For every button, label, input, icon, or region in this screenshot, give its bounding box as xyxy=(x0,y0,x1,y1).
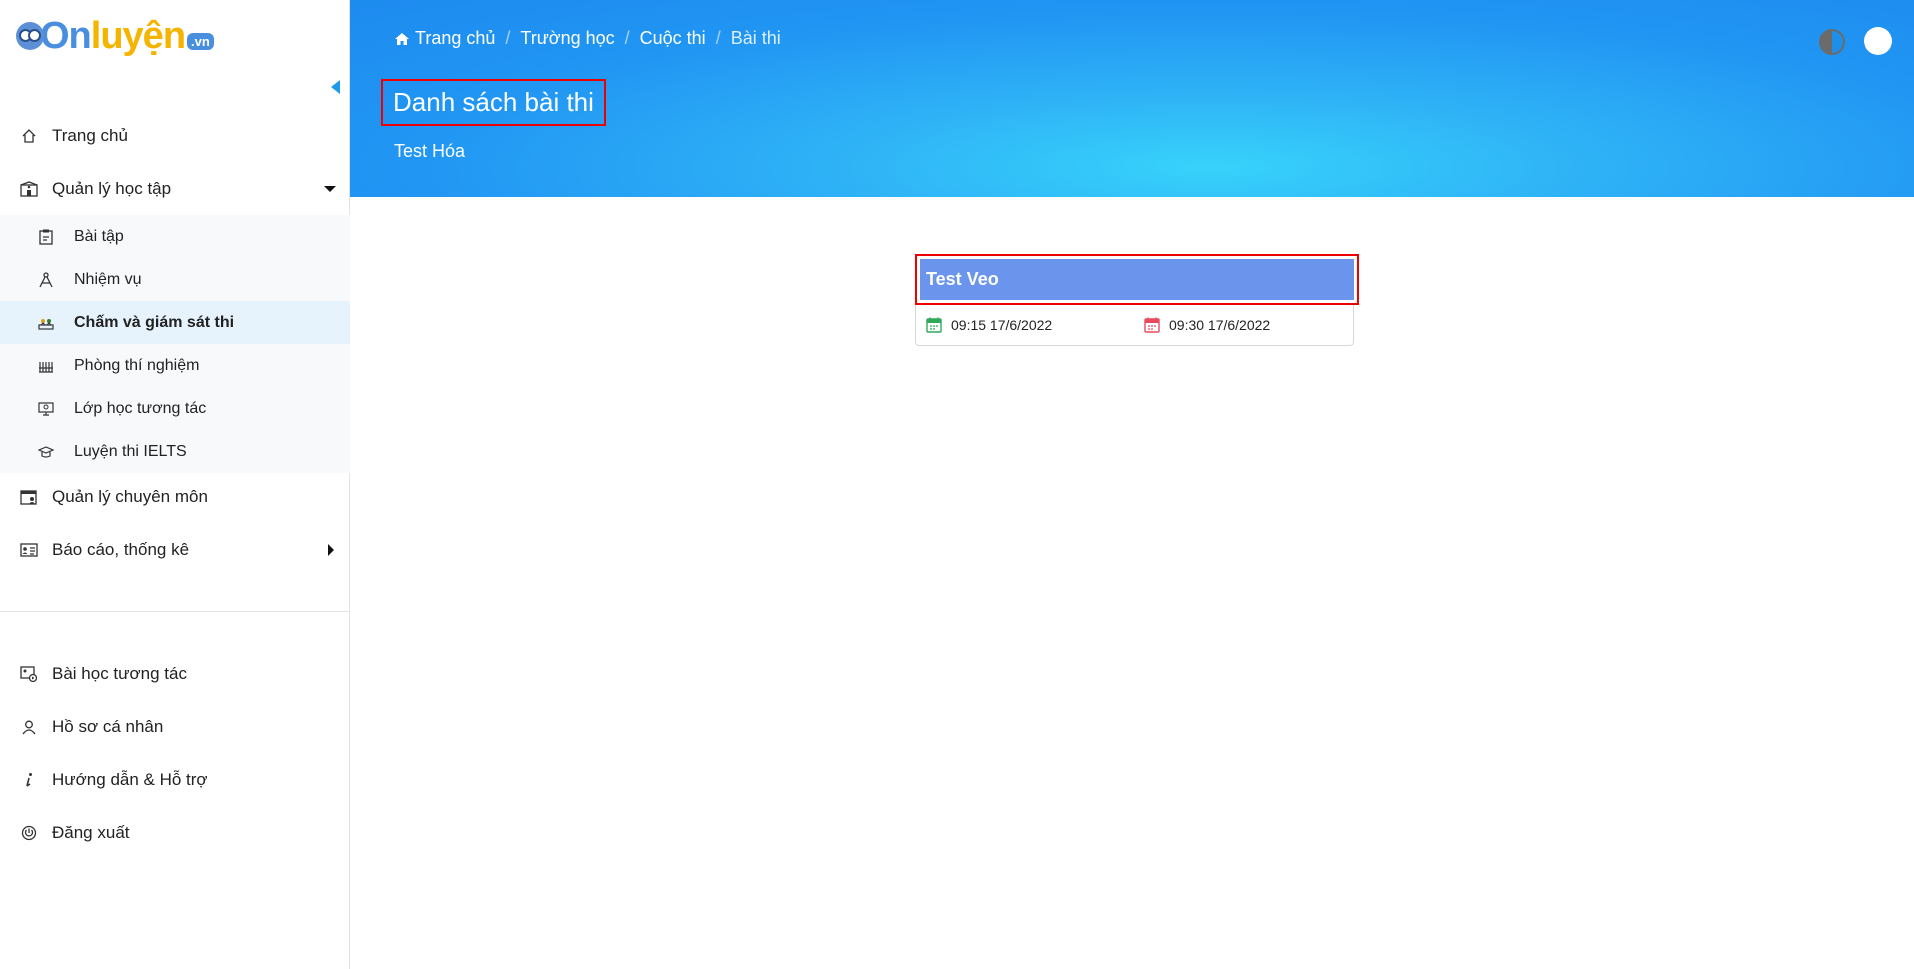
nav-item-label: Hồ sơ cá nhân xyxy=(52,716,164,736)
nav-item-interactive-lessons[interactable]: Bài học tương tác xyxy=(0,647,350,700)
sub-item-interactive-class[interactable]: Lớp học tương tác xyxy=(0,387,350,430)
exam-supervision-icon xyxy=(38,315,54,331)
sub-item-laboratory[interactable]: Phòng thí nghiệm xyxy=(0,344,350,387)
exam-start-time: 09:15 17/6/2022 xyxy=(926,317,1052,333)
calendar-end-icon xyxy=(1144,317,1160,333)
monitor-icon xyxy=(38,401,54,417)
sidebar: On luyện .vn Trang chủ Quản lý học tập B… xyxy=(0,0,350,969)
sub-item-label: Phòng thí nghiệm xyxy=(74,356,200,374)
theme-toggle-icon[interactable] xyxy=(1819,29,1845,55)
exam-end-time: 09:30 17/6/2022 xyxy=(1144,317,1270,333)
exam-name: Test Veo xyxy=(920,259,1354,300)
interactive-lesson-icon xyxy=(20,665,38,683)
power-icon xyxy=(20,824,38,842)
lab-icon xyxy=(38,358,54,374)
nav-item-help[interactable]: Hướng dẫn & Hỗ trợ xyxy=(0,753,350,806)
user-icon xyxy=(20,718,38,736)
home-icon xyxy=(394,32,410,46)
sub-item-label: Bài tập xyxy=(74,227,124,245)
sub-item-label: Lớp học tương tác xyxy=(74,399,207,417)
sub-item-label: Nhiệm vụ xyxy=(74,270,142,288)
nav-item-reports[interactable]: Báo cáo, thống kê xyxy=(0,523,350,576)
page-title: Danh sách bài thi xyxy=(381,79,606,126)
breadcrumb-current: Bài thi xyxy=(730,28,781,48)
secondary-nav: Quản lý chuyên môn Báo cáo, thống kê xyxy=(0,470,350,576)
breadcrumb-contest[interactable]: Cuộc thi xyxy=(640,28,706,49)
breadcrumb-home[interactable]: Trang chủ xyxy=(394,28,495,49)
nav-item-logout[interactable]: Đăng xuất xyxy=(0,806,350,859)
nav-item-label: Bài học tương tác xyxy=(52,663,187,683)
nav-item-profile[interactable]: Hồ sơ cá nhân xyxy=(0,700,350,753)
sidebar-divider xyxy=(0,611,350,612)
breadcrumb: Trang chủ / Trường học / Cuộc thi / Bài … xyxy=(394,28,781,49)
home-icon xyxy=(20,127,38,145)
page-header-banner: Trang chủ / Trường học / Cuộc thi / Bài … xyxy=(350,0,1914,197)
main-nav: Trang chủ Quản lý học tập xyxy=(0,109,350,215)
bottom-nav: Bài học tương tác Hồ sơ cá nhân Hướng dẫ… xyxy=(0,647,350,859)
nav-item-professional-management[interactable]: Quản lý chuyên môn xyxy=(0,470,350,523)
exam-card-header[interactable]: Test Veo xyxy=(915,254,1359,305)
logo-text-luyen: luyện xyxy=(90,14,186,57)
breadcrumb-separator: / xyxy=(505,28,511,48)
sub-item-label: Chấm và giám sát thi xyxy=(74,313,235,331)
nav-item-learning-management[interactable]: Quản lý học tập xyxy=(0,162,350,215)
nav-item-label: Quản lý chuyên môn xyxy=(52,486,208,506)
info-icon xyxy=(20,771,38,789)
sub-item-exam-grading[interactable]: Chấm và giám sát thi xyxy=(0,301,350,344)
graduation-cap-icon xyxy=(38,444,54,460)
chevron-right-icon xyxy=(328,544,334,556)
sub-item-label: Luyện thi IELTS xyxy=(74,442,187,460)
onluyen-logo[interactable]: On luyện .vn xyxy=(16,14,214,58)
compass-icon xyxy=(38,271,54,288)
exam-card-body: 09:15 17/6/2022 09:30 17/6/2022 xyxy=(915,305,1354,346)
nav-item-label: Quản lý học tập xyxy=(52,178,172,198)
calendar-user-icon xyxy=(20,488,38,506)
logo-text-on: On xyxy=(40,14,92,57)
breadcrumb-separator: / xyxy=(624,28,630,48)
nav-item-home[interactable]: Trang chủ xyxy=(0,109,350,162)
breadcrumb-separator: / xyxy=(715,28,721,48)
report-card-icon xyxy=(20,541,38,559)
nav-item-label: Hướng dẫn & Hỗ trợ xyxy=(52,769,208,789)
avatar[interactable] xyxy=(1864,27,1892,55)
sub-item-ielts[interactable]: Luyện thi IELTS xyxy=(0,430,350,473)
school-icon xyxy=(20,180,38,198)
clipboard-icon xyxy=(38,229,54,245)
nav-item-label: Đăng xuất xyxy=(52,822,130,842)
sidebar-collapse-button[interactable] xyxy=(331,80,340,94)
calendar-start-icon xyxy=(926,317,942,333)
sub-item-assignments[interactable]: Bài tập xyxy=(0,215,350,258)
sub-item-tasks[interactable]: Nhiệm vụ xyxy=(0,258,350,301)
learning-submenu: Bài tập Nhiệm vụ Chấm và giám sát thi Ph… xyxy=(0,215,350,473)
logo-text-vn: .vn xyxy=(187,32,214,50)
exam-card: Test Veo 09:15 17/6/2022 09:30 17/6/2022 xyxy=(915,254,1359,346)
owl-logo-icon xyxy=(16,22,44,50)
nav-item-label: Trang chủ xyxy=(52,125,128,145)
nav-item-label: Báo cáo, thống kê xyxy=(52,539,190,559)
chevron-down-icon xyxy=(324,186,336,192)
page-subtitle: Test Hóa xyxy=(394,141,466,161)
breadcrumb-school[interactable]: Trường học xyxy=(520,28,614,49)
